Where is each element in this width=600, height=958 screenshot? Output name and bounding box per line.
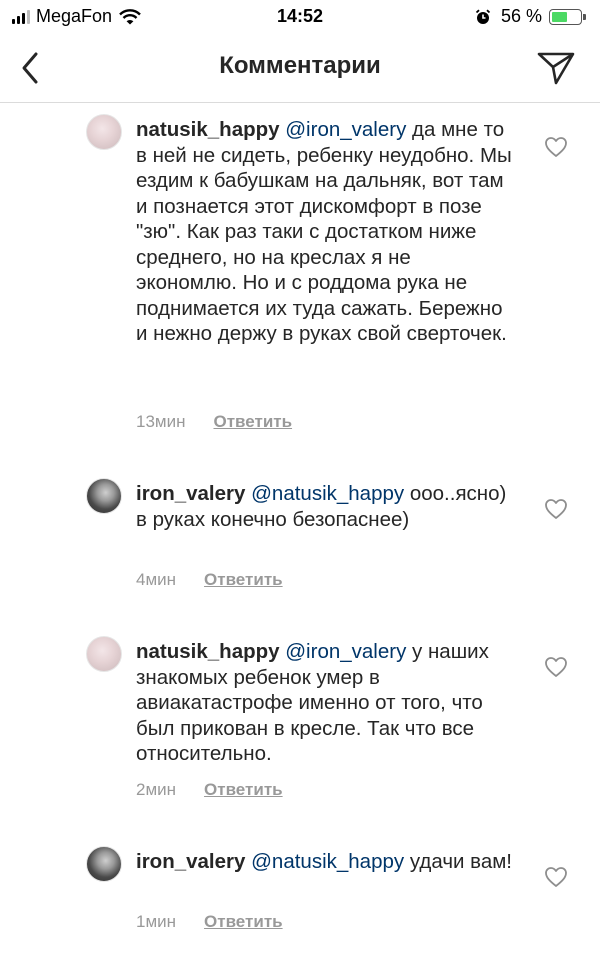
paper-plane-icon [537,52,575,85]
comment-text: natusik_happy @iron_valery у наших знако… [136,639,514,767]
heart-icon [545,137,567,157]
like-button[interactable] [544,866,568,888]
comment-body: удачи вам! [409,850,513,873]
heart-icon [545,499,567,519]
comment-mention[interactable]: @iron_valery [285,640,406,663]
comment-meta: 2мин Ответить [136,780,283,800]
status-bar: MegaFon 14:52 56 % [0,0,600,34]
comment-mention[interactable]: @natusik_happy [251,850,404,873]
comment-username[interactable]: iron_valery [136,850,245,873]
comment-meta: 4мин Ответить [136,570,283,590]
comment-body: да мне то в ней не сидеть, ребенку неудо… [136,118,512,345]
reply-button[interactable]: Ответить [213,412,292,432]
avatar[interactable] [86,636,122,672]
status-right: 56 % [475,6,586,27]
back-button[interactable] [16,50,48,86]
comment-mention[interactable]: @iron_valery [285,118,406,141]
battery-tip [583,13,586,20]
like-button[interactable] [544,656,568,678]
comment-username[interactable]: natusik_happy [136,118,280,141]
chevron-left-icon [22,52,38,84]
like-button[interactable] [544,498,568,520]
comment-mention[interactable]: @natusik_happy [251,482,404,505]
avatar[interactable] [86,114,122,150]
comment-time: 4мин [136,570,177,589]
reply-button[interactable]: Ответить [204,912,283,932]
comment-time: 13мин [136,412,186,431]
alarm-icon [475,9,491,25]
reply-button[interactable]: Ответить [204,570,283,590]
battery-level [552,11,567,22]
comment-time: 2мин [136,780,177,799]
comment-text: natusik_happy @iron_valery да мне то в н… [136,117,514,347]
reply-button[interactable]: Ответить [204,780,283,800]
share-button[interactable] [536,50,576,86]
battery-percent: 56 % [500,6,542,26]
heart-icon [545,657,567,677]
avatar[interactable] [86,478,122,514]
like-button[interactable] [544,136,568,158]
page-title: Комментарии [219,52,381,79]
comment-username[interactable]: natusik_happy [136,640,280,663]
heart-icon [545,867,567,887]
comment-time: 1мин [136,912,177,931]
battery-icon [549,8,582,25]
comment-username[interactable]: iron_valery [136,482,245,505]
comment-meta: 1мин Ответить [136,912,283,932]
avatar[interactable] [86,846,122,882]
header: Комментарии [0,34,600,103]
comment-text: iron_valery @natusik_happy ооо..ясно) в … [136,481,514,532]
comment-meta: 13мин Ответить [136,412,292,432]
comment-text: iron_valery @natusik_happy удачи вам! [136,849,514,875]
